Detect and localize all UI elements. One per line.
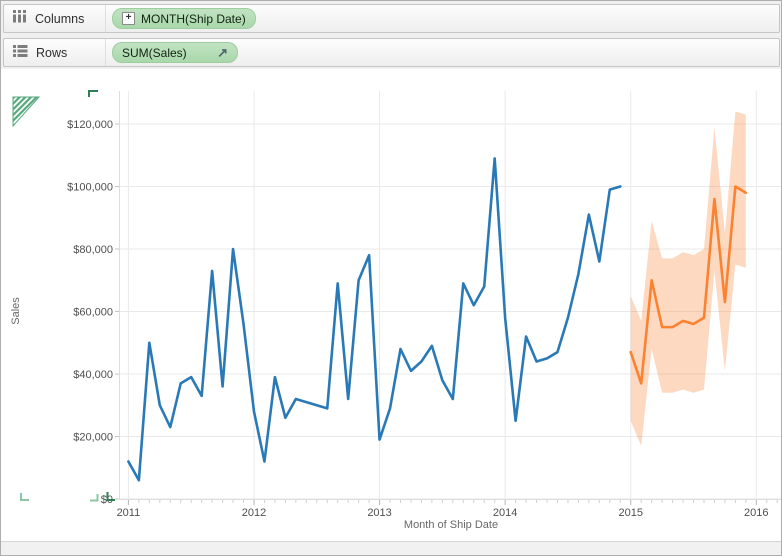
x-tick-label: 2016 xyxy=(744,507,768,519)
columns-shelf[interactable]: Columns + MONTH(Ship Date) xyxy=(3,4,780,33)
y-tick-label: $120,000 xyxy=(67,119,113,131)
x-tick-label: 2015 xyxy=(618,507,642,519)
forecast-confidence-band[interactable] xyxy=(631,112,746,446)
pill-sum-sales[interactable]: SUM(Sales) ↗ xyxy=(112,42,238,63)
expand-plus-icon[interactable]: + xyxy=(122,12,135,25)
pill-sum-sales-label: SUM(Sales) xyxy=(122,46,187,60)
rows-shelf[interactable]: Rows SUM(Sales) ↗ xyxy=(3,38,780,67)
chart-pane[interactable]: $0$20,000$40,000$60,000$80,000$100,000$1… xyxy=(1,69,782,544)
pill-month-ship-date[interactable]: + MONTH(Ship Date) xyxy=(112,8,256,29)
rows-shelf-header: Rows xyxy=(4,39,106,66)
x-tick-label: 2013 xyxy=(367,507,391,519)
bottom-scroll-strip[interactable] xyxy=(1,541,782,555)
x-tick-label: 2011 xyxy=(117,507,141,519)
rows-icon xyxy=(13,44,28,62)
columns-shelf-label: Columns xyxy=(35,12,84,26)
x-axis-title: Month of Ship Date xyxy=(404,519,498,531)
columns-shelf-header: Columns xyxy=(4,5,106,32)
y-axis-title: Sales xyxy=(10,297,22,325)
drop-field-corner-indicator xyxy=(13,97,39,126)
y-tick-label: $20,000 xyxy=(73,432,113,444)
sales-forecast-line-chart[interactable]: $0$20,000$40,000$60,000$80,000$100,000$1… xyxy=(1,69,782,544)
tableau-worksheet: Columns + MONTH(Ship Date) xyxy=(0,0,782,556)
rows-shelf-label: Rows xyxy=(36,46,67,60)
actual-sales-line[interactable] xyxy=(128,158,620,480)
pill-month-ship-date-label: MONTH(Ship Date) xyxy=(141,12,246,26)
y-tick-label: $60,000 xyxy=(73,307,113,319)
y-tick-label: $40,000 xyxy=(73,369,113,381)
columns-icon xyxy=(13,10,27,28)
shelf-area: Columns + MONTH(Ship Date) xyxy=(1,1,782,69)
x-tick-label: 2012 xyxy=(242,507,266,519)
y-tick-label: $80,000 xyxy=(73,244,113,256)
forecast-indicator-icon: ↗ xyxy=(217,46,228,59)
y-tick-label: $100,000 xyxy=(67,182,113,194)
x-tick-label: 2014 xyxy=(493,507,517,519)
